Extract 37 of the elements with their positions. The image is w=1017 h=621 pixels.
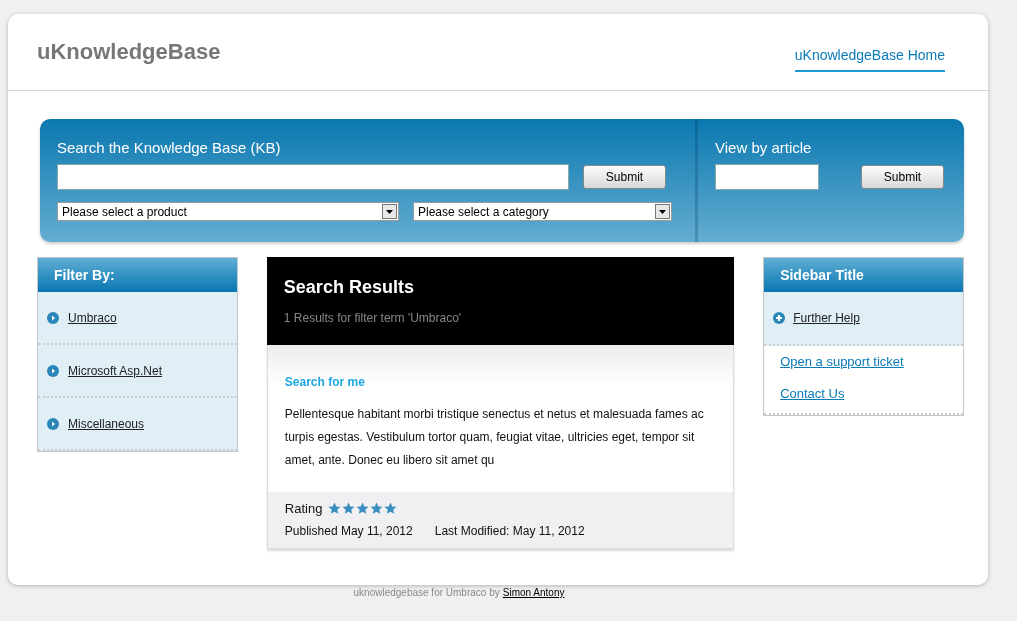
play-icon (47, 417, 59, 430)
author-link[interactable]: Simon Antony (502, 587, 565, 598)
sidebar-link[interactable]: Open a support ticket (780, 354, 904, 369)
search-title: Search the Knowledge Base (KB) (57, 139, 282, 156)
modified-date: Last Modified: May 11, 2012 (434, 524, 585, 538)
plus-icon (773, 312, 786, 324)
sidebar-header: Sidebar Title (764, 258, 963, 292)
results-title: Search Results (283, 277, 415, 298)
play-icon (47, 364, 59, 377)
filter-header: Filter By: (38, 258, 237, 292)
star-icon (384, 502, 398, 515)
search-field[interactable] (57, 164, 569, 190)
submit-button[interactable]: Submit (583, 165, 666, 189)
site-title: uKnowledgeBase (37, 39, 221, 65)
sidebar-link[interactable]: Contact Us (780, 386, 845, 401)
filter-link[interactable]: Umbraco (68, 310, 117, 325)
filter-link[interactable]: Microsoft Asp.Net (68, 363, 163, 378)
caret-icon (386, 209, 393, 214)
submit-button[interactable]: Submit (861, 165, 944, 189)
results-count: 1 Results for filter term 'Umbraco' (283, 311, 463, 325)
result-text: Pellentesque habitant morbi tristique senectus et netus et malesuada fames ac turpis egestas. Vestibulum tortor quam, feugiat vitae, ultricies eget, tempor sit amet, ante. Donec eu libero sit amet qu (284, 406, 705, 469)
category-select[interactable]: Please select a category (413, 202, 672, 221)
star-icon (370, 502, 384, 515)
star-icon (356, 502, 370, 515)
play-icon (47, 311, 59, 324)
rating-label: Rating (284, 501, 323, 516)
published-date: Published May 11, 2012 (284, 524, 413, 538)
caret-icon (659, 209, 666, 214)
star-icon (328, 502, 342, 515)
sidebar-link[interactable]: Further Help (793, 311, 860, 325)
filter-link[interactable]: Miscellaneous (68, 416, 145, 431)
star-icon (342, 502, 356, 515)
article-field[interactable] (715, 164, 819, 190)
product-select[interactable]: Please select a product (57, 202, 399, 221)
nav-link[interactable]: uKnowledgeBase Home (794, 47, 945, 72)
article-search-title: View by article (715, 139, 813, 156)
footer-text: uknowledgebase for Umbraco by (353, 587, 500, 598)
